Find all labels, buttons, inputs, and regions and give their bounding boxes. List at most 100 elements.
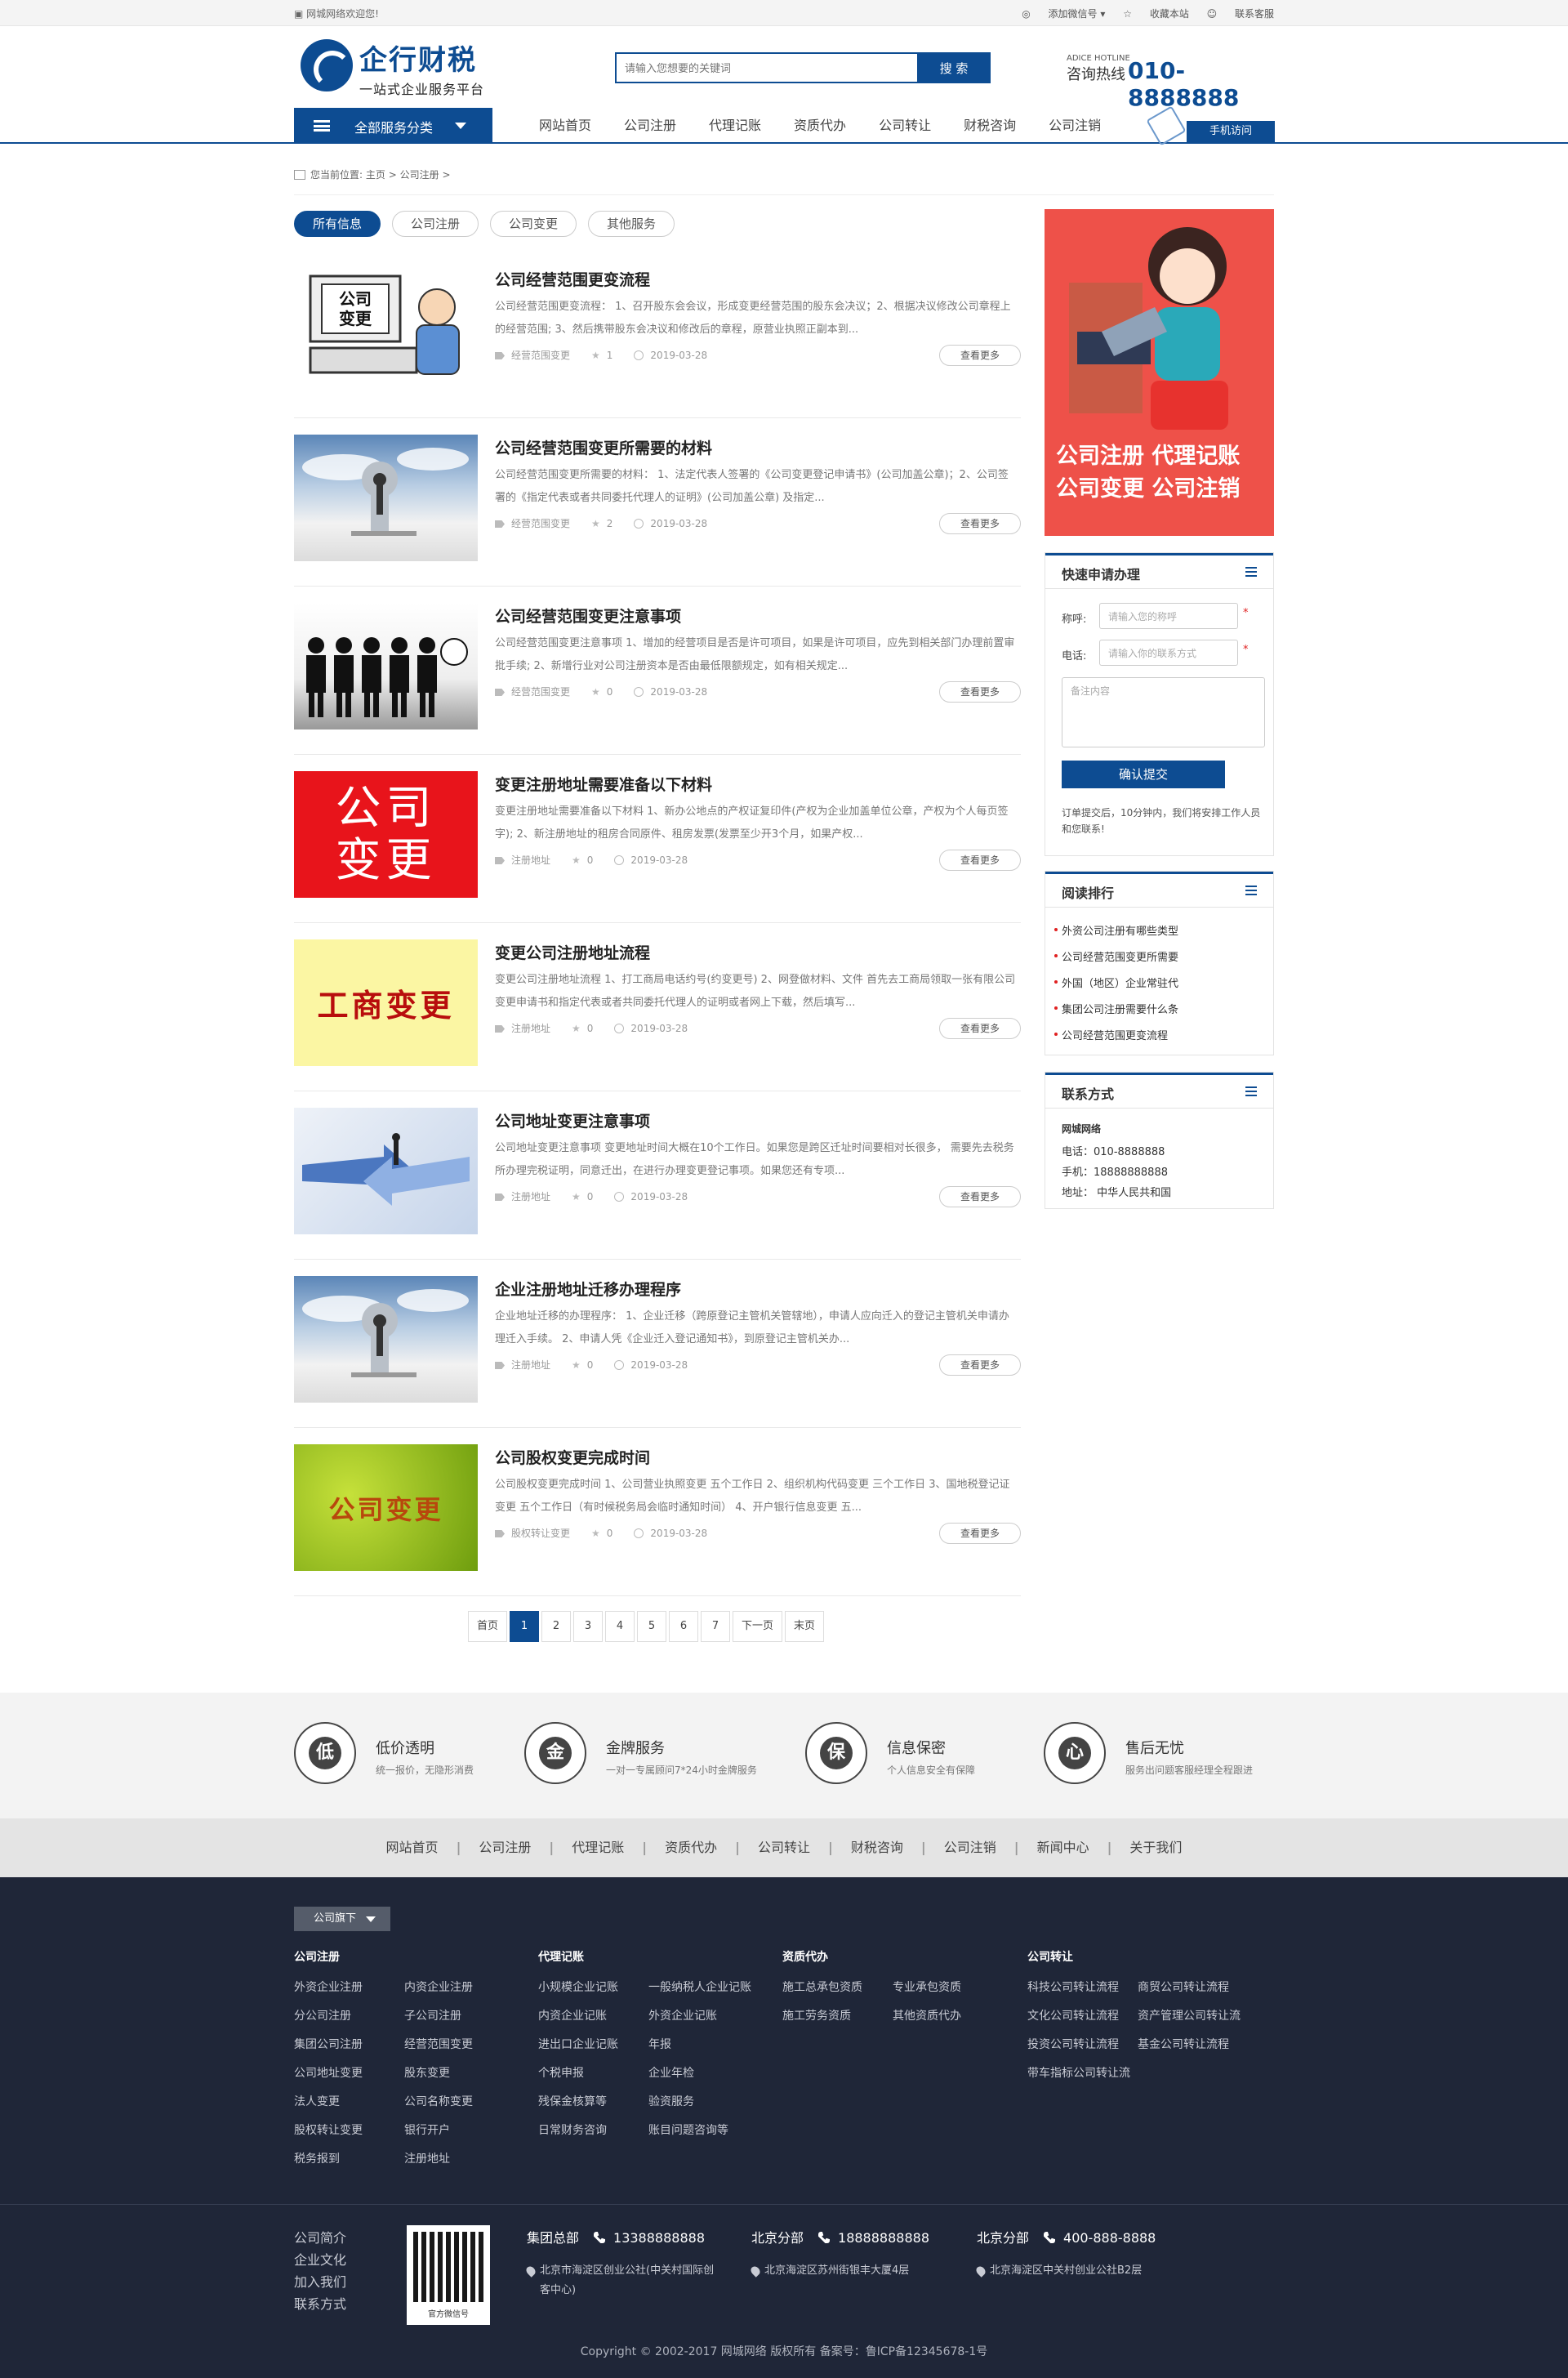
footer-col-link[interactable]: 外资企业注册	[294, 1979, 363, 1995]
article-tag[interactable]: 经营范围变更	[511, 686, 570, 698]
nav-item-register[interactable]: 公司注册	[624, 108, 676, 144]
page-6[interactable]: 6	[669, 1611, 699, 1642]
footer-col-link[interactable]: 内资企业记账	[538, 2007, 607, 2023]
rank-item[interactable]: 公司经营范围变更所需要	[1054, 948, 1178, 964]
rank-item[interactable]: 外国（地区）企业常驻代	[1054, 975, 1178, 990]
footer-link-culture[interactable]: 企业文化	[294, 2249, 346, 2269]
wechat-link[interactable]: ◎ 添加微信号 ▾	[1022, 8, 1105, 20]
service-link[interactable]: ☺ 联系客服	[1207, 8, 1274, 20]
filter-change[interactable]: 公司变更	[490, 211, 577, 237]
footer-col-link[interactable]: 子公司注册	[404, 2007, 461, 2023]
footer-col-link[interactable]: 基金公司转让流程	[1138, 2036, 1229, 2052]
view-more-button[interactable]: 查看更多	[939, 1018, 1021, 1039]
footer-col-link[interactable]: 账目问题咨询等	[648, 2121, 728, 2138]
all-services-dropdown[interactable]: 全部服务分类	[294, 108, 492, 144]
page-first[interactable]: 首页	[468, 1611, 508, 1642]
favorite-link[interactable]: ☆ 收藏本站	[1123, 8, 1189, 20]
footer-nav-item[interactable]: 资质代办	[665, 1840, 717, 1855]
article-title[interactable]: 公司经营范围变更所需要的材料	[495, 436, 712, 458]
footer-col-link[interactable]: 一般纳税人企业记账	[648, 1979, 751, 1995]
view-more-button[interactable]: 查看更多	[939, 1354, 1021, 1376]
footer-col-link[interactable]: 验资服务	[648, 2093, 694, 2109]
footer-nav-item[interactable]: 关于我们	[1129, 1840, 1182, 1855]
footer-col-link[interactable]: 企业年检	[648, 2064, 694, 2081]
article-title[interactable]: 变更注册地址需要准备以下材料	[495, 773, 712, 795]
footer-nav-item[interactable]: 网站首页	[386, 1840, 439, 1855]
page-4[interactable]: 4	[605, 1611, 635, 1642]
footer-col-link[interactable]: 年报	[648, 2036, 671, 2052]
footer-col-link[interactable]: 分公司注册	[294, 2007, 351, 2023]
phone-field[interactable]: 请输入你的联系方式	[1099, 640, 1238, 666]
footer-nav-item[interactable]: 公司转让	[758, 1840, 810, 1855]
page-last[interactable]: 末页	[785, 1611, 825, 1642]
footer-col-link[interactable]: 银行开户	[404, 2121, 450, 2138]
rank-item[interactable]: 集团公司注册需要什么条	[1054, 1001, 1178, 1016]
company-dropdown[interactable]: 公司旗下	[294, 1907, 390, 1931]
yellow-sign-thumbnail[interactable]: 工商变更	[294, 939, 478, 1066]
footer-col-link[interactable]: 商贸公司转让流程	[1138, 1979, 1229, 1995]
view-more-button[interactable]: 查看更多	[939, 1523, 1021, 1544]
footer-col-link[interactable]: 带车指标公司转让流	[1027, 2064, 1130, 2081]
view-more-button[interactable]: 查看更多	[939, 681, 1021, 703]
article-tag[interactable]: 注册地址	[511, 1023, 550, 1034]
footer-col-link[interactable]: 股权转让变更	[294, 2121, 363, 2138]
footer-nav-item[interactable]: 公司注销	[944, 1840, 996, 1855]
article-tag[interactable]: 注册地址	[511, 854, 550, 866]
article-title[interactable]: 公司经营范围变更注意事项	[495, 605, 681, 627]
breadcrumb-current[interactable]: 公司注册	[400, 169, 439, 181]
filter-register[interactable]: 公司注册	[392, 211, 479, 237]
footer-col-link[interactable]: 股东变更	[404, 2064, 450, 2081]
mobile-access-button[interactable]: 手机访问	[1187, 121, 1275, 142]
keyhole-thumbnail[interactable]	[294, 435, 478, 561]
footer-col-link[interactable]: 注册地址	[404, 2150, 450, 2166]
filter-all[interactable]: 所有信息	[294, 211, 381, 237]
article-title[interactable]: 公司地址变更注意事项	[495, 1109, 650, 1131]
submit-button[interactable]: 确认提交	[1062, 761, 1225, 788]
keyhole-thumbnail[interactable]	[294, 1276, 478, 1403]
rank-item[interactable]: 公司经营范围更变流程	[1054, 1027, 1168, 1042]
search-button[interactable]: 搜 索	[917, 52, 991, 83]
footer-col-link[interactable]: 科技公司转让流程	[1027, 1979, 1119, 1995]
red-sign-thumbnail[interactable]: 公司 变更	[294, 771, 478, 898]
nav-item-tax[interactable]: 财税咨询	[964, 108, 1016, 144]
footer-col-link[interactable]: 专业承包资质	[893, 1979, 961, 1995]
footer-col-link[interactable]: 文化公司转让流程	[1027, 2007, 1119, 2023]
footer-col-link[interactable]: 残保金核算等	[538, 2093, 607, 2109]
article-title[interactable]: 变更公司注册地址流程	[495, 941, 650, 963]
footer-col-link[interactable]: 进出口企业记账	[538, 2036, 618, 2052]
nav-item-accounting[interactable]: 代理记账	[709, 108, 761, 144]
service-banner[interactable]: 公司注册 代理记账 公司变更 公司注销	[1045, 209, 1274, 536]
remark-field[interactable]: 备注内容	[1062, 677, 1265, 747]
view-more-button[interactable]: 查看更多	[939, 850, 1021, 871]
article-title[interactable]: 公司股权变更完成时间	[495, 1446, 650, 1468]
article-tag[interactable]: 股权转让变更	[511, 1528, 570, 1539]
search-input[interactable]	[625, 60, 902, 78]
article-tag[interactable]: 经营范围变更	[511, 518, 570, 529]
footer-col-link[interactable]: 施工劳务资质	[782, 2007, 851, 2023]
breadcrumb-home[interactable]: 主页	[366, 169, 385, 181]
footer-col-link[interactable]: 公司名称变更	[404, 2093, 473, 2109]
article-tag[interactable]: 注册地址	[511, 1359, 550, 1371]
nav-item-cancel[interactable]: 公司注销	[1049, 108, 1101, 144]
footer-col-link[interactable]: 小规模企业记账	[538, 1979, 618, 1995]
nav-item-transfer[interactable]: 公司转让	[879, 108, 931, 144]
page-7[interactable]: 7	[701, 1611, 731, 1642]
footer-col-link[interactable]: 日常财务咨询	[538, 2121, 607, 2138]
page-1[interactable]: 1	[510, 1611, 540, 1642]
rank-item[interactable]: 外资公司注册有哪些类型	[1054, 922, 1178, 938]
footer-link-about[interactable]: 公司简介	[294, 2227, 346, 2246]
footer-col-link[interactable]: 投资公司转让流程	[1027, 2036, 1119, 2052]
cartoon-thumbnail[interactable]: 公司 变更	[294, 266, 478, 393]
logo-name[interactable]: 企行财税	[359, 38, 477, 78]
article-title[interactable]: 公司经营范围更变流程	[495, 268, 650, 290]
footer-nav-item[interactable]: 财税咨询	[851, 1840, 903, 1855]
footer-col-link[interactable]: 内资企业注册	[404, 1979, 473, 1995]
footer-link-contact[interactable]: 联系方式	[294, 2293, 346, 2313]
filter-other[interactable]: 其他服务	[588, 211, 675, 237]
footer-nav-item[interactable]: 新闻中心	[1037, 1840, 1089, 1855]
footer-col-link[interactable]: 公司地址变更	[294, 2064, 363, 2081]
footer-col-link[interactable]: 施工总承包资质	[782, 1979, 862, 1995]
footer-col-link[interactable]: 个税申报	[538, 2064, 584, 2081]
article-tag[interactable]: 注册地址	[511, 1191, 550, 1202]
footer-nav-item[interactable]: 代理记账	[572, 1840, 624, 1855]
